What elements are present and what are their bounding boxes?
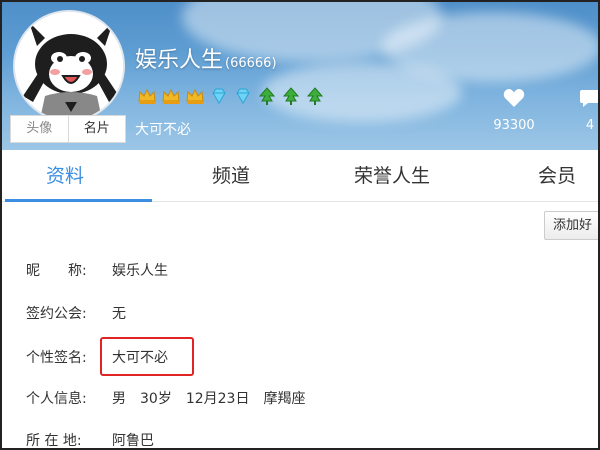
signature-highlight-box <box>100 337 194 376</box>
comments-stat[interactable]: 4 <box>560 88 598 133</box>
info-value: 无 <box>112 306 126 322</box>
leaf-icon[interactable] <box>305 86 325 106</box>
profile-banner: 头像 名片 娱乐人生 (66666) 大可不必 93300 4 <box>2 2 598 150</box>
info-guild-row: 签约公会: 无 <box>26 303 126 323</box>
nickname: 娱乐人生 <box>135 48 224 73</box>
crown-icon[interactable] <box>161 86 181 106</box>
likes-count: 93300 <box>493 118 535 133</box>
info-value-list: 男 30岁 12月23日 摩羯座 <box>112 388 319 408</box>
avatar-tabs: 头像 名片 <box>10 115 126 143</box>
tab-honor[interactable]: 荣誉人生 <box>354 150 430 202</box>
info-label: 个人信息: <box>26 391 87 407</box>
gender-value: 男 <box>112 391 126 407</box>
crown-icon[interactable] <box>137 86 157 106</box>
age-value: 30岁 <box>140 391 172 407</box>
profile-page: 头像 名片 娱乐人生 (66666) 大可不必 93300 4 资料 频道 荣誉… <box>0 0 600 450</box>
info-value: 娱乐人生 <box>112 263 168 279</box>
tab-profile[interactable]: 资料 <box>46 150 84 202</box>
profile-title: 娱乐人生 (66666) <box>135 42 277 74</box>
avatar-tab-card[interactable]: 名片 <box>67 116 126 142</box>
profile-tabs: 资料 频道 荣誉人生 会员 <box>2 150 598 202</box>
active-tab-indicator <box>5 199 152 202</box>
leaf-icon[interactable] <box>257 86 277 106</box>
diamond-icon[interactable] <box>209 86 229 106</box>
birthday-value: 12月23日 <box>185 391 250 407</box>
comment-icon <box>580 90 598 107</box>
diamond-icon[interactable] <box>233 86 253 106</box>
info-location-row: 所 在 地: 阿鲁巴 <box>26 430 154 449</box>
info-label: 所 在 地: <box>26 433 82 449</box>
info-personal-row: 个人信息: 男 30岁 12月23日 摩羯座 <box>26 388 319 408</box>
add-friend-button[interactable]: 添加好 <box>544 211 598 240</box>
leaf-icon[interactable] <box>281 86 301 106</box>
avatar-image <box>15 12 123 120</box>
avatar-tab-photo[interactable]: 头像 <box>11 116 68 142</box>
tab-channel[interactable]: 频道 <box>212 150 250 202</box>
user-id: (66666) <box>225 56 277 71</box>
info-value: 阿鲁巴 <box>112 433 154 449</box>
info-nickname-row: 昵 称: 娱乐人生 <box>26 260 168 280</box>
tab-member[interactable]: 会员 <box>538 150 576 202</box>
heart-icon <box>503 89 525 107</box>
crown-icon[interactable] <box>185 86 205 106</box>
avatar[interactable] <box>13 10 125 122</box>
signature-text: 大可不必 <box>135 122 191 138</box>
info-label: 签约公会: <box>26 306 87 322</box>
zodiac-value: 摩羯座 <box>263 391 306 407</box>
info-label: 昵 称: <box>26 263 87 279</box>
comments-count: 4 <box>585 118 595 133</box>
likes-stat[interactable]: 93300 <box>484 88 544 133</box>
badge-row <box>137 86 325 106</box>
